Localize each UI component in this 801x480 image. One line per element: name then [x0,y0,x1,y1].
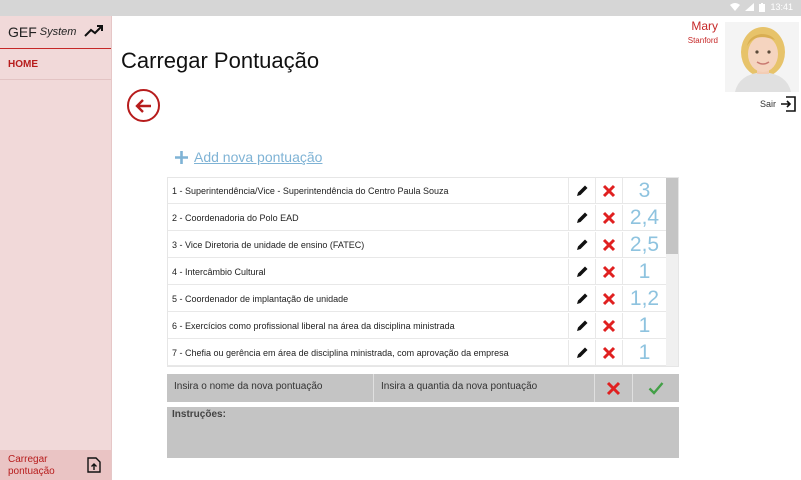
sidebar-item-label: Carregar pontuação [8,454,55,477]
close-icon [602,211,616,225]
score-name: 4 - Intercâmbio Cultural [172,267,266,277]
wifi-icon [730,3,741,11]
score-name: 2 - Coordenadoria do Polo EAD [172,213,299,223]
close-icon [602,346,616,360]
close-icon [602,184,616,198]
pencil-icon [577,266,588,277]
brand-logo: GEF System [0,16,111,49]
sidebar-item-home[interactable]: HOME [0,49,111,80]
plus-icon [175,150,188,164]
instructions-label: Instruções: [172,409,226,420]
table-row: 4 - Intercâmbio Cultural 1 [168,259,666,285]
edit-button[interactable] [568,313,595,339]
edit-button[interactable] [568,340,595,366]
close-icon [602,319,616,333]
sidebar: GEF System HOME Carregar pontuação [0,16,112,480]
close-icon [602,292,616,306]
pencil-icon [577,320,588,331]
back-button[interactable] [127,89,160,122]
delete-button[interactable] [595,286,622,312]
upload-file-icon [87,457,101,473]
status-bar: 13:41 [0,0,801,16]
score-name: 6 - Exercícios como profissional liberal… [172,321,455,331]
battery-icon [759,2,766,12]
score-value: 1 [622,340,666,366]
avatar [725,22,799,92]
signal-icon [745,3,755,11]
pencil-icon [577,185,588,196]
delete-button[interactable] [595,178,622,204]
list-scrollbar[interactable] [666,178,678,366]
score-value: 1 [622,259,666,285]
edit-button[interactable] [568,259,595,285]
page-title: Carregar Pontuação [121,48,320,73]
new-score-name-input[interactable]: Insira o nome da nova pontuação [167,374,374,402]
delete-button[interactable] [595,232,622,258]
logout-icon [781,96,796,112]
logout-label: Sair [760,99,777,109]
edit-button[interactable] [568,232,595,258]
delete-button[interactable] [595,313,622,339]
avatar-photo [725,22,799,92]
table-row: 2 - Coordenadoria do Polo EAD 2,4 [168,205,666,231]
add-score-label: Add nova pontuação [194,149,323,165]
delete-button[interactable] [595,259,622,285]
table-row: 6 - Exercícios como profissional liberal… [168,313,666,339]
logout-button[interactable]: Sair [760,96,796,112]
status-time: 13:41 [770,2,793,12]
close-icon [606,381,621,395]
edit-button[interactable] [568,205,595,231]
sidebar-item-carregar-pontuacao[interactable]: Carregar pontuação [0,450,111,480]
user-name: Mary [691,19,718,33]
delete-button[interactable] [595,340,622,366]
score-list: 1 - Superintendência/Vice - Superintendê… [167,177,679,367]
pencil-icon [577,212,588,223]
score-value: 1,2 [622,286,666,312]
table-row: 7 - Chefia ou gerência em área de discip… [168,340,666,366]
brand-sub: System [39,26,77,38]
user-surname: Stanford [687,36,718,45]
pencil-icon [577,239,588,250]
score-value: 3 [622,178,666,204]
score-value: 1 [622,313,666,339]
brand-main: GEF [8,24,37,40]
score-name: 1 - Superintendência/Vice - Superintendê… [172,186,449,196]
instructions-panel: Instruções: [167,407,679,458]
edit-button[interactable] [568,178,595,204]
check-icon [648,382,664,395]
table-row: 5 - Coordenador de implantação de unidad… [168,286,666,312]
table-row: 1 - Superintendência/Vice - Superintendê… [168,178,666,204]
pencil-icon [577,347,588,358]
new-score-bar: Insira o nome da nova pontuação Insira a… [167,374,679,402]
pencil-icon [577,293,588,304]
arrow-left-icon [134,98,151,113]
delete-button[interactable] [595,205,622,231]
score-value: 2,5 [622,232,666,258]
scrollbar-thumb[interactable] [666,178,678,254]
add-score-link[interactable]: Add nova pontuação [174,149,322,165]
new-score-quantity-input[interactable]: Insira a quantia da nova pontuação [374,374,595,402]
score-name: 5 - Coordenador de implantação de unidad… [172,294,349,304]
close-icon [602,238,616,252]
score-value: 2,4 [622,205,666,231]
close-icon [602,265,616,279]
trending-up-icon [84,25,103,37]
cancel-button[interactable] [595,374,633,402]
score-name: 7 - Chefia ou gerência em área de discip… [172,348,509,358]
confirm-button[interactable] [633,374,679,402]
table-row: 3 - Vice Diretoria de unidade de ensino … [168,232,666,258]
score-name: 3 - Vice Diretoria de unidade de ensino … [172,240,365,250]
edit-button[interactable] [568,286,595,312]
